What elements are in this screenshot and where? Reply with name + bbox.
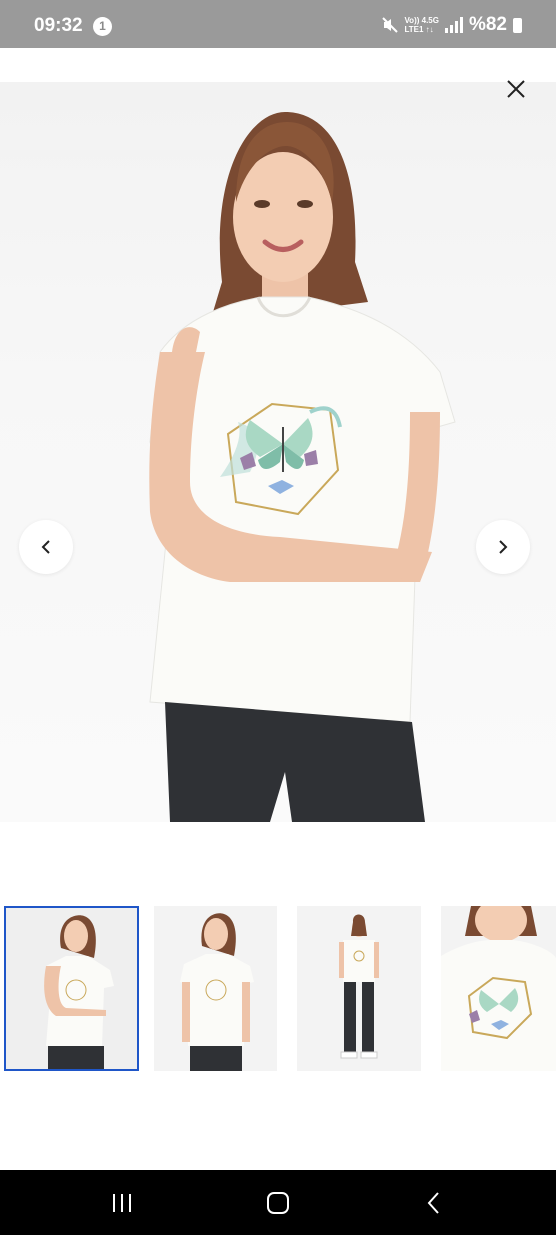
network-info: Vo)) 4.5G LTE1 ↑↓ [404, 16, 439, 34]
thumbnail-3[interactable] [297, 906, 421, 1071]
model-photo [149, 112, 456, 822]
thumbnail-image [180, 913, 254, 1071]
status-indicators: Vo)) 4.5G LTE1 ↑↓ %82 [382, 13, 522, 37]
recents-icon [113, 1194, 131, 1212]
notification-count-badge: 1 [93, 17, 112, 36]
chevron-right-icon [499, 540, 508, 554]
close-button[interactable] [503, 76, 529, 102]
mute-icon [382, 17, 399, 33]
recents-button[interactable] [103, 1188, 143, 1218]
thumbnail-image [44, 915, 114, 1069]
thumbnail-1[interactable] [4, 906, 139, 1071]
network-line-1: Vo)) 4.5G [404, 16, 439, 25]
thumbnail-image [339, 914, 379, 1059]
back-button[interactable] [414, 1188, 454, 1218]
signal-icon [444, 17, 463, 33]
status-bar: 09:32 1 Vo)) 4.5G LTE1 ↑↓ %82 [0, 0, 556, 48]
status-time: 09:32 [34, 15, 83, 36]
close-icon [507, 80, 525, 98]
chevron-left-icon [41, 540, 50, 554]
back-icon [427, 1192, 439, 1214]
battery-icon [513, 17, 522, 33]
thumbnail-2[interactable] [154, 906, 277, 1071]
previous-image-button[interactable] [19, 520, 73, 574]
home-icon [267, 1192, 289, 1214]
network-line-2: LTE1 ↑↓ [404, 25, 434, 34]
battery-percentage: %82 [468, 14, 507, 35]
thumbnail-4[interactable] [441, 906, 556, 1071]
product-main-image[interactable] [0, 82, 556, 822]
system-navigation-bar [0, 1170, 556, 1235]
next-image-button[interactable] [476, 520, 530, 574]
home-button[interactable] [258, 1188, 298, 1218]
thumbnail-image [441, 906, 556, 1071]
